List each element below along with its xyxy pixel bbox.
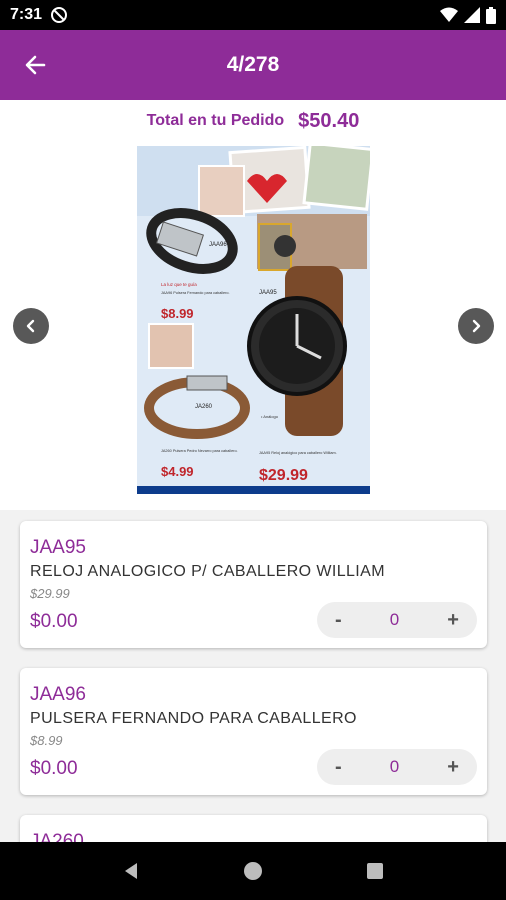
product-subtotal: $0.00 [30,758,78,779]
increase-quantity-button[interactable]: + [447,756,459,779]
product-price: $8.99 [30,733,63,748]
signal-icon [464,7,480,23]
quantity-value: 0 [389,610,400,629]
chevron-left-icon [26,319,35,333]
catalog-tag-jaa95: JAA95 [259,290,277,296]
recents-nav-icon[interactable] [365,861,385,881]
decrease-quantity-button[interactable]: - [335,756,342,779]
back-nav-icon[interactable] [121,861,141,881]
product-card: JA260 [20,815,487,842]
quantity-stepper: - 0 + [317,749,477,785]
catalog-desc-jaa95: JAA95 Reloj analógico para caballero Wil… [259,451,337,455]
catalog-promo-line: La luz que te guía [161,282,197,287]
catalog-viewer: JAA96 La luz que te guía JAA96 Pulsera F… [0,142,506,510]
home-nav-icon[interactable] [243,861,263,881]
product-code: JAA96 [30,684,86,705]
catalog-illustration: JAA96 La luz que te guía JAA96 Pulsera F… [137,146,370,506]
product-subtotal: $0.00 [30,611,78,632]
increase-quantity-button[interactable]: + [447,609,459,632]
catalog-page-image[interactable]: JAA96 La luz que te guía JAA96 Pulsera F… [137,146,370,506]
quantity-stepper: - 0 + [317,602,477,638]
catalog-price-jaa96: $8.99 [161,306,194,321]
product-card: JAA95 RELOJ ANALOGICO P/ CABALLERO WILLI… [20,521,487,648]
product-price: $29.99 [30,586,70,601]
product-name: RELOJ ANALOGICO P/ CABALLERO WILLIAM [30,563,385,580]
status-bar: 7:31 [0,0,506,30]
order-total-bar: Total en tu Pedido $50.40 [0,100,506,142]
system-navigation-bar [0,842,506,900]
quantity-value: 0 [389,757,400,776]
wifi-icon [440,7,458,22]
next-page-button[interactable] [458,308,494,344]
catalog-price-ja260: $4.99 [161,464,194,479]
catalog-tag-jaa96: JAA96 [209,242,227,248]
previous-page-button[interactable] [13,308,49,344]
catalog-analog-label: • Análogo [261,414,279,419]
page-indicator: 4/278 [226,53,280,76]
product-code: JAA95 [30,537,86,558]
catalog-desc-jaa96: JAA96 Pulsera Fernando para caballero. [161,291,230,295]
product-code: JA260 [30,831,84,842]
catalog-desc-ja260: JA260 Pulsera Pedro Nevarro para caballe… [161,449,238,453]
catalog-price-jaa95: $29.99 [259,467,308,484]
status-time: 7:31 [10,6,43,23]
product-card: JAA96 PULSERA FERNANDO PARA CABALLERO $8… [20,668,487,795]
order-total-label: Total en tu Pedido [146,112,285,129]
product-name: PULSERA FERNANDO PARA CABALLERO [30,710,357,727]
order-total-amount: $50.40 [298,109,360,132]
do-not-disturb-icon [51,7,68,23]
catalog-tag-ja260: JA260 [195,404,213,410]
battery-icon [486,6,496,24]
product-list[interactable]: JAA95 RELOJ ANALOGICO P/ CABALLERO WILLI… [0,510,506,842]
app-bar: 4/278 [0,30,506,100]
decrease-quantity-button[interactable]: - [335,609,342,632]
chevron-right-icon [472,319,481,333]
